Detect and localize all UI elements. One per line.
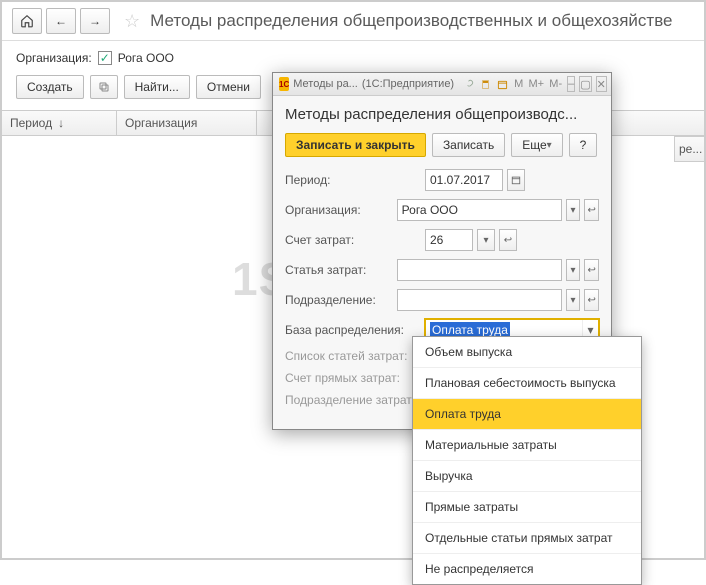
dialog-tab-title: Методы ра... xyxy=(293,78,358,90)
org-input[interactable] xyxy=(397,199,562,221)
cost-item-input[interactable] xyxy=(397,259,562,281)
link-icon xyxy=(463,79,474,90)
org-select-button[interactable]: ▾ xyxy=(566,199,581,221)
cost-item-select-button[interactable]: ▾ xyxy=(566,259,581,281)
copy-icon xyxy=(98,81,110,93)
col-extra[interactable]: ре... xyxy=(674,136,704,162)
period-label: Период: xyxy=(285,173,421,187)
dropdown-item[interactable]: Материальные затраты xyxy=(413,430,641,461)
calendar-icon xyxy=(497,79,508,90)
items-list-label: Список статей затрат: xyxy=(285,349,421,363)
save-and-close-button[interactable]: Записать и закрыть xyxy=(285,133,426,157)
dialog-toolbar: Записать и закрыть Записать Еще ? xyxy=(285,133,599,157)
forward-button[interactable]: → xyxy=(80,8,110,34)
dropdown-item[interactable]: Оплата труда xyxy=(413,399,641,430)
arrow-right-icon: → xyxy=(89,14,101,28)
dialog-heading: Методы распределения общепроизводс... xyxy=(285,106,599,123)
star-icon[interactable]: ☆ xyxy=(124,11,140,32)
cancel-search-button[interactable]: Отмени xyxy=(196,75,261,99)
dialog-titlebar: 1С Методы ра... (1С:Предприятие) M M+ M-… xyxy=(273,73,611,96)
nav-bar: ← → ☆ Методы распределения общепроизводс… xyxy=(2,2,704,41)
page-title: Методы распределения общепроизводственны… xyxy=(150,11,672,31)
dropdown-item[interactable]: Плановая себестоимость выпуска xyxy=(413,368,641,399)
titlebar-icon-calc[interactable] xyxy=(479,76,492,92)
account-label: Счет затрат: xyxy=(285,233,421,247)
account-input[interactable] xyxy=(425,229,473,251)
distribution-base-dropdown: Объем выпускаПлановая себестоимость выпу… xyxy=(412,336,642,585)
row-account: Счет затрат: ▾ ↩ xyxy=(285,229,599,251)
org-filter-label: Организация: xyxy=(16,51,92,65)
filter-row: Организация: ✓ Рога ООО xyxy=(2,41,704,69)
org-open-button[interactable]: ↩ xyxy=(584,199,599,221)
titlebar-mplus[interactable]: M+ xyxy=(528,76,544,92)
calendar-icon xyxy=(511,175,521,185)
help-button[interactable]: ? xyxy=(569,133,598,157)
back-button[interactable]: ← xyxy=(46,8,76,34)
sort-icon: ↓ xyxy=(58,116,64,130)
create-button[interactable]: Создать xyxy=(16,75,84,99)
col-period[interactable]: Период ↓ xyxy=(2,111,117,135)
minimize-button[interactable]: – xyxy=(567,76,575,92)
calculator-icon xyxy=(480,79,491,90)
col-period-label: Период xyxy=(10,116,52,130)
org-label: Организация: xyxy=(285,203,393,217)
cost-item-open-button[interactable]: ↩ xyxy=(584,259,599,281)
dropdown-item[interactable]: Не распределяется xyxy=(413,554,641,584)
save-button[interactable]: Записать xyxy=(432,133,505,157)
close-button[interactable]: ✕ xyxy=(596,76,607,92)
home-icon xyxy=(20,14,34,28)
row-cost-item: Статья затрат: ▾ ↩ xyxy=(285,259,599,281)
titlebar-icon-link[interactable] xyxy=(462,76,475,92)
dropdown-item[interactable]: Отдельные статьи прямых затрат xyxy=(413,523,641,554)
org-filter-value[interactable]: Рога ООО xyxy=(118,51,174,65)
account-open-button[interactable]: ↩ xyxy=(499,229,517,251)
titlebar-icon-cal[interactable] xyxy=(496,76,509,92)
row-period: Период: xyxy=(285,169,599,191)
dropdown-item[interactable]: Объем выпуска xyxy=(413,337,641,368)
dropdown-item[interactable]: Выручка xyxy=(413,461,641,492)
cost-item-label: Статья затрат: xyxy=(285,263,393,277)
department-open-button[interactable]: ↩ xyxy=(584,289,599,311)
org-filter-checkbox[interactable]: ✓ xyxy=(98,51,112,65)
row-org: Организация: ▾ ↩ xyxy=(285,199,599,221)
find-button[interactable]: Найти... xyxy=(124,75,190,99)
app-icon: 1С xyxy=(279,77,289,91)
dialog-subtitle: (1С:Предприятие) xyxy=(362,78,454,90)
dropdown-item[interactable]: Прямые затраты xyxy=(413,492,641,523)
direct-account-label: Счет прямых затрат: xyxy=(285,371,421,385)
date-picker-button[interactable] xyxy=(507,169,525,191)
arrow-left-icon: ← xyxy=(55,14,67,28)
department-input[interactable] xyxy=(397,289,562,311)
cost-department-label: Подразделение затрат: xyxy=(285,393,421,407)
period-input[interactable] xyxy=(425,169,503,191)
maximize-button[interactable]: ▢ xyxy=(579,76,591,92)
distribution-base-label: База распределения: xyxy=(285,323,421,337)
department-label: Подразделение: xyxy=(285,293,393,307)
department-select-button[interactable]: ▾ xyxy=(566,289,581,311)
home-button[interactable] xyxy=(12,8,42,34)
more-button[interactable]: Еще xyxy=(511,133,562,157)
titlebar-m[interactable]: M xyxy=(513,76,524,92)
titlebar-mminus[interactable]: M- xyxy=(548,76,563,92)
copy-button[interactable] xyxy=(90,75,118,99)
col-org[interactable]: Организация xyxy=(117,111,257,135)
account-select-button[interactable]: ▾ xyxy=(477,229,495,251)
row-department: Подразделение: ▾ ↩ xyxy=(285,289,599,311)
